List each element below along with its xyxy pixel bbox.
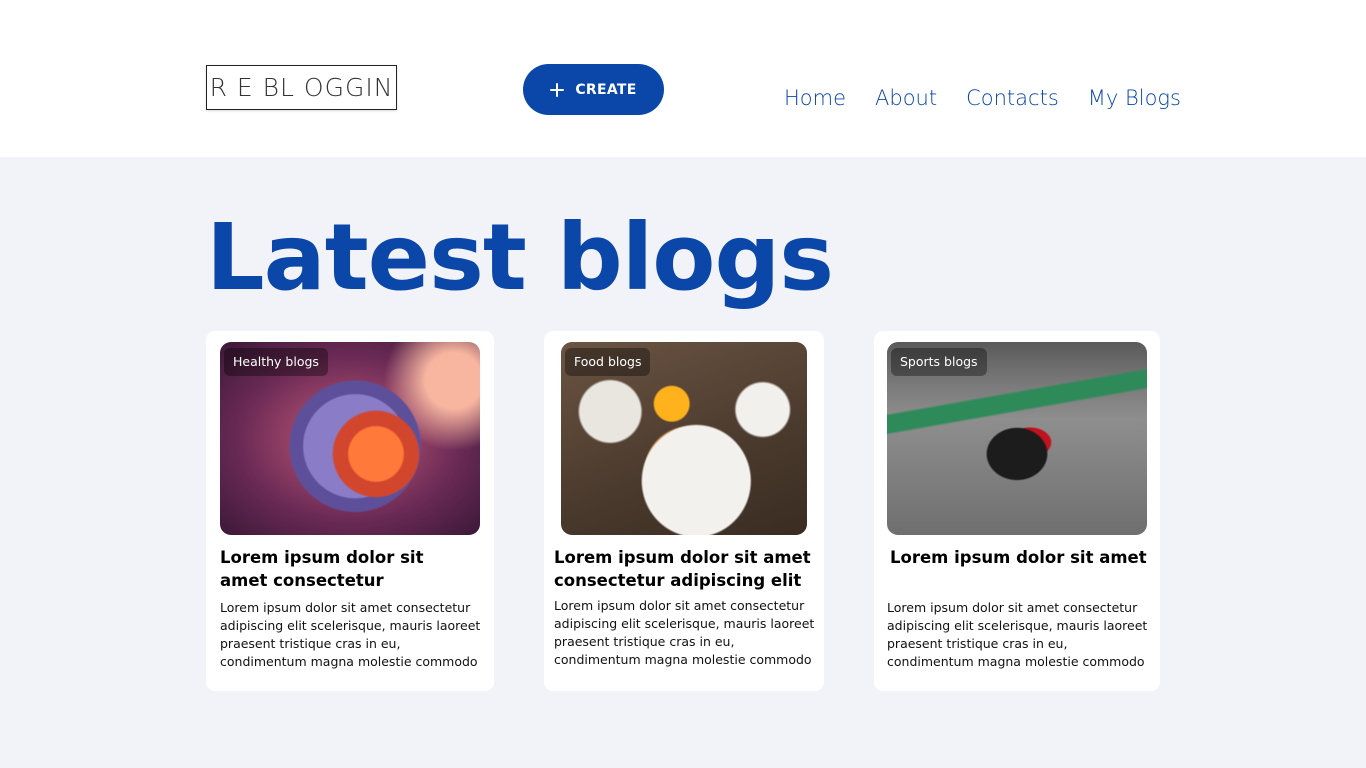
- blog-card-image[interactable]: Healthy blogs: [220, 342, 480, 535]
- nav-home[interactable]: Home: [784, 86, 846, 110]
- plus-icon: [550, 82, 565, 97]
- site-header: R E BL OGGIN CREATE Home About Contacts …: [0, 0, 1366, 157]
- blog-card-title[interactable]: Lorem ipsum dolor sit amet consectetur: [220, 546, 440, 592]
- blog-card-excerpt: Lorem ipsum dolor sit amet consectetur a…: [887, 600, 1148, 669]
- blog-card[interactable]: Healthy blogs Lorem ipsum dolor sit amet…: [206, 331, 494, 691]
- blog-card[interactable]: Food blogs Lorem ipsum dolor sit amet co…: [544, 331, 824, 691]
- nav-contacts[interactable]: Contacts: [966, 86, 1059, 110]
- blog-card[interactable]: Sports blogs Lorem ipsum dolor sit amet …: [874, 331, 1160, 691]
- page-title: Latest blogs: [206, 204, 834, 311]
- site-logo[interactable]: R E BL OGGIN: [206, 65, 397, 110]
- create-button[interactable]: CREATE: [523, 64, 664, 115]
- category-badge: Healthy blogs: [224, 348, 328, 376]
- blog-card-excerpt: Lorem ipsum dolor sit amet consectetur a…: [554, 598, 815, 667]
- blog-card-title[interactable]: Lorem ipsum dolor sit amet consectetur a…: [554, 546, 816, 592]
- nav-about[interactable]: About: [875, 86, 937, 110]
- category-badge: Food blogs: [565, 348, 651, 376]
- blog-card-title[interactable]: Lorem ipsum dolor sit amet: [890, 546, 1150, 569]
- main-nav: Home About Contacts My Blogs: [784, 86, 1181, 110]
- nav-my-blogs[interactable]: My Blogs: [1088, 86, 1181, 110]
- blog-card-image[interactable]: Sports blogs: [887, 342, 1147, 535]
- blog-card-excerpt: Lorem ipsum dolor sit amet consectetur a…: [220, 600, 481, 669]
- blog-card-image[interactable]: Food blogs: [561, 342, 807, 535]
- create-button-label: CREATE: [575, 81, 637, 98]
- category-badge: Sports blogs: [891, 348, 987, 376]
